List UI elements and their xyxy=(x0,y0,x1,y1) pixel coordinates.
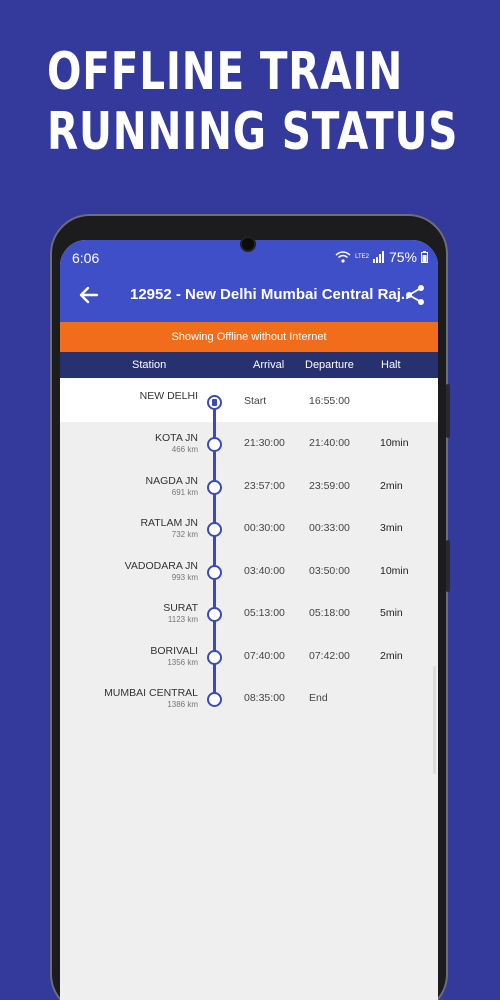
station-distance: 691 km xyxy=(171,488,198,497)
headline-line-2: RUNNING STATUS xyxy=(47,102,459,162)
station-row[interactable]: BORIVALI 1356 km 07:40:00 07:42:00 2min xyxy=(60,645,438,685)
arrival-time: 07:40:00 xyxy=(244,650,285,662)
arrival-time: 21:30:00 xyxy=(244,437,285,449)
halt-duration: 3min xyxy=(380,522,403,534)
halt-duration: 10min xyxy=(380,565,409,577)
station-name: BORIVALI xyxy=(150,645,198,657)
departure-time: 03:50:00 xyxy=(309,565,350,577)
station-row[interactable]: SURAT 1123 km 05:13:00 05:18:00 5min xyxy=(60,602,438,642)
station-row[interactable]: NAGDA JN 691 km 23:57:00 23:59:00 2min xyxy=(60,475,438,515)
arrival-time: 00:30:00 xyxy=(244,522,285,534)
departure-time: 16:55:00 xyxy=(309,395,350,407)
network-label: LTE2 xyxy=(355,254,369,260)
stop-node-icon xyxy=(207,692,222,707)
table-header: Station Arrival Departure Halt xyxy=(60,352,438,378)
station-row[interactable]: RATLAM JN 732 km 00:30:00 00:33:00 3min xyxy=(60,517,438,557)
column-arrival: Arrival xyxy=(253,359,285,371)
station-row[interactable]: VADODARA JN 993 km 03:40:00 03:50:00 10m… xyxy=(60,560,438,600)
train-icon xyxy=(207,395,222,410)
back-button[interactable] xyxy=(78,284,100,306)
share-icon xyxy=(406,285,424,305)
station-distance: 993 km xyxy=(171,573,198,582)
departure-time: 07:42:00 xyxy=(309,650,350,662)
share-button[interactable] xyxy=(404,284,426,306)
arrival-time: 03:40:00 xyxy=(244,565,285,577)
page-title: 12952 - New Delhi Mumbai Central Raj.. xyxy=(130,286,410,303)
station-name: MUMBAI CENTRAL xyxy=(104,687,198,699)
column-halt: Halt xyxy=(381,359,401,371)
column-station: Station xyxy=(132,359,167,371)
wifi-icon xyxy=(335,251,351,263)
halt-duration: 10min xyxy=(380,437,409,449)
arrival-time: Start xyxy=(244,395,267,407)
station-row[interactable]: KOTA JN 466 km 21:30:00 21:40:00 10min xyxy=(60,432,438,472)
promo-headline: OFFLINE TRAIN RUNNING STATUS xyxy=(47,42,458,162)
station-name: SURAT xyxy=(163,602,198,614)
front-camera xyxy=(240,236,256,252)
stop-node-icon xyxy=(207,522,222,537)
stop-node-icon xyxy=(207,565,222,580)
stop-node-icon xyxy=(207,650,222,665)
arrival-time: 08:35:00 xyxy=(244,692,285,704)
stop-node-icon xyxy=(207,480,222,495)
departure-time: 23:59:00 xyxy=(309,480,350,492)
arrow-left-icon xyxy=(79,286,99,304)
app-screen: 6:06 LTE2 75% 12952 - New Delhi Mumbai C… xyxy=(60,240,438,1000)
station-distance: 1386 km xyxy=(167,700,198,709)
status-time: 6:06 xyxy=(72,250,100,266)
phone-volume-button xyxy=(446,384,450,438)
signal-icon xyxy=(372,251,385,263)
station-name: VADODARA JN xyxy=(124,560,198,572)
station-distance: 1123 km xyxy=(167,615,198,624)
arrival-time: 05:13:00 xyxy=(244,607,285,619)
station-row[interactable]: MUMBAI CENTRAL 1386 km 08:35:00 End xyxy=(60,687,438,727)
departure-time: 00:33:00 xyxy=(309,522,350,534)
stop-node-icon xyxy=(207,607,222,622)
column-departure: Departure xyxy=(305,359,354,371)
departure-time: End xyxy=(309,692,328,704)
stop-node-icon xyxy=(207,437,222,452)
station-distance: 1356 km xyxy=(167,658,198,667)
station-name: RATLAM JN xyxy=(140,517,198,529)
offline-banner: Showing Offline without Internet xyxy=(60,322,438,352)
station-name: NEW DELHI xyxy=(139,390,198,402)
station-name: KOTA JN xyxy=(155,432,198,444)
status-icons: LTE2 75% xyxy=(335,249,428,265)
station-distance: 732 km xyxy=(171,530,198,539)
battery-icon xyxy=(421,251,428,263)
app-bar: 6:06 LTE2 75% 12952 - New Delhi Mumbai C… xyxy=(60,240,438,322)
departure-time: 21:40:00 xyxy=(309,437,350,449)
phone-power-button xyxy=(446,540,450,592)
departure-time: 05:18:00 xyxy=(309,607,350,619)
station-row[interactable]: NEW DELHI Start 16:55:00 xyxy=(60,390,438,430)
arrival-time: 23:57:00 xyxy=(244,480,285,492)
halt-duration: 2min xyxy=(380,650,403,662)
halt-duration: 2min xyxy=(380,480,403,492)
station-distance: 466 km xyxy=(171,445,198,454)
station-name: NAGDA JN xyxy=(145,475,198,487)
headline-line-1: OFFLINE TRAIN xyxy=(47,42,404,102)
battery-percent: 75% xyxy=(388,249,417,265)
halt-duration: 5min xyxy=(380,607,403,619)
